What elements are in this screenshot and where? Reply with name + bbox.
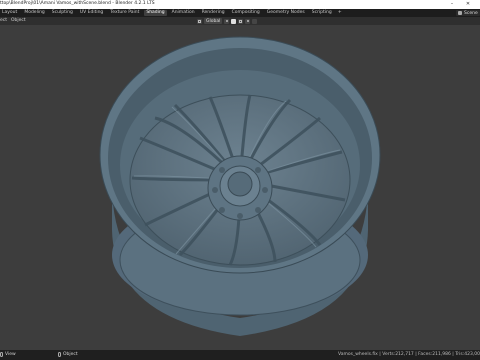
status-left: View [0, 352, 16, 357]
pivot-icon[interactable] [224, 18, 230, 24]
status-mid: Object [58, 352, 78, 357]
center-cap [227, 171, 253, 197]
header-menu: ect Object [0, 18, 26, 23]
status-view-label: View [5, 352, 16, 357]
tab-uv-editing[interactable]: UV Editing [78, 10, 105, 16]
tab-sculpting[interactable]: Sculpting [50, 10, 75, 16]
mouse-icon [0, 352, 3, 357]
3d-viewport[interactable] [0, 25, 480, 350]
minimize-icon[interactable]: – [444, 0, 460, 9]
wheel-rim-render [99, 36, 381, 336]
title-bar: ttop\BlendProj\01\Amani Vamos_withScene.… [0, 0, 480, 9]
status-object-label: Object [63, 352, 78, 357]
tab-modeling[interactable]: Modeling [22, 10, 46, 16]
tab-texture-paint[interactable]: Texture Paint [108, 10, 141, 16]
tab-compositing[interactable]: Compositing [230, 10, 262, 16]
workspace-tabs: Layout Modeling Sculpting UV Editing Tex… [0, 10, 343, 16]
tab-layout[interactable]: Layout [0, 10, 19, 16]
snap-target-icon[interactable] [238, 18, 244, 24]
add-workspace-button[interactable]: + [337, 10, 343, 16]
status-bar: View Object Vamos_wheels.fix | Verts:212… [0, 350, 480, 360]
proportional-edit-icon[interactable] [245, 18, 251, 24]
menu-object[interactable]: Object [11, 18, 26, 23]
tab-geometry-nodes[interactable]: Geometry Nodes [265, 10, 307, 16]
tab-scripting[interactable]: Scripting [310, 10, 334, 16]
window-title: ttop\BlendProj\01\Amani Vamos_withScene.… [0, 1, 155, 6]
tab-rendering[interactable]: Rendering [200, 10, 227, 16]
tab-shading[interactable]: Shading [144, 10, 167, 16]
scene-icon [458, 11, 462, 15]
snap-icon[interactable] [231, 18, 237, 24]
orientation-dropdown[interactable]: Global [204, 18, 223, 24]
header-tools: Global [197, 18, 258, 24]
scene-statistics: Vamos_wheels.fix | Verts:212,717 | Faces… [338, 352, 480, 357]
falloff-icon[interactable] [252, 18, 258, 24]
transform-orientation-icon[interactable] [197, 18, 202, 24]
workspace-bar: Layout Modeling Sculpting UV Editing Tex… [0, 9, 480, 17]
scene-label: Scene [464, 10, 478, 16]
viewport-header: ect Object Global [0, 17, 480, 25]
tab-animation[interactable]: Animation [170, 10, 197, 16]
mouse-right-icon [58, 352, 61, 357]
close-icon[interactable]: ✕ [460, 0, 476, 9]
menu-select[interactable]: ect [0, 18, 7, 23]
window-controls: – ✕ [444, 0, 476, 9]
scene-selector[interactable]: Scene [456, 10, 480, 16]
